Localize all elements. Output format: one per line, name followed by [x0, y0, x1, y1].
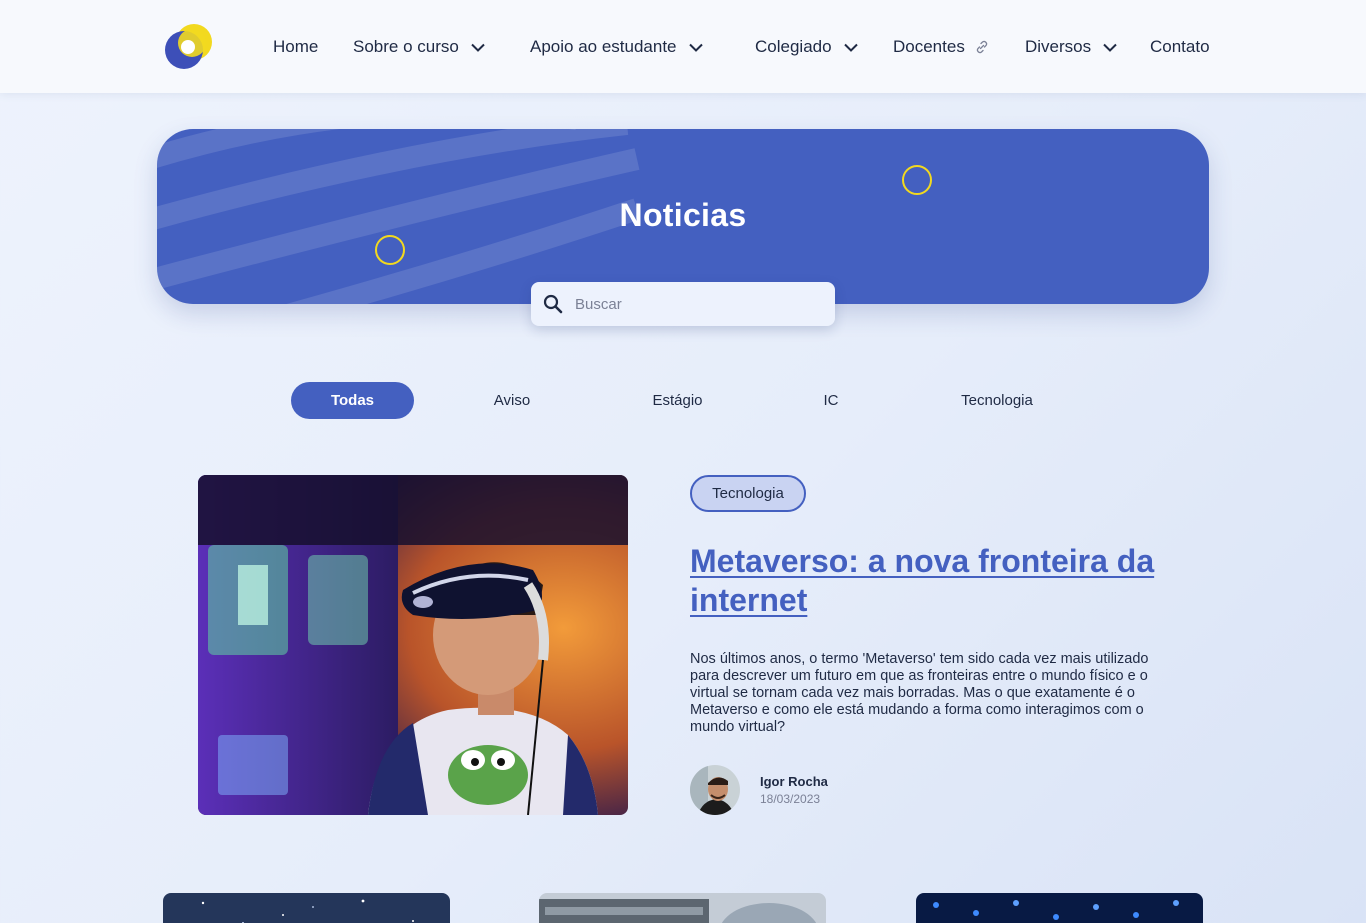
nav-colegiado[interactable]: Colegiado	[755, 36, 858, 58]
chevron-down-icon	[1103, 43, 1117, 52]
news-card-thumb[interactable]	[163, 893, 450, 923]
hero-banner: Noticias	[157, 129, 1209, 304]
nav-colegiado-label: Colegiado	[755, 37, 832, 56]
nav-sobre-o-curso-label: Sobre o curso	[353, 37, 459, 56]
search-icon[interactable]	[543, 294, 563, 314]
filter-tab-estagio[interactable]: Estágio	[633, 382, 722, 419]
nav-diversos[interactable]: Diversos	[1025, 36, 1117, 58]
avatar	[690, 765, 740, 815]
chevron-down-icon	[843, 43, 858, 52]
chevron-down-icon	[471, 43, 485, 52]
search-input[interactable]	[575, 295, 825, 313]
nav-home[interactable]: Home	[273, 36, 318, 58]
news-card-thumb[interactable]	[539, 893, 826, 923]
search-box[interactable]	[531, 282, 835, 326]
vr-headset-photo	[198, 475, 628, 815]
nav-docentes[interactable]: Docentes	[893, 36, 989, 58]
nav-diversos-label: Diversos	[1025, 37, 1092, 56]
nav-sobre-o-curso[interactable]: Sobre o curso	[353, 36, 485, 58]
nav-apoio-label: Apoio ao estudante	[530, 37, 677, 56]
nav-apoio-ao-estudante[interactable]: Apoio ao estudante	[530, 36, 703, 58]
nav-home-label: Home	[273, 37, 319, 56]
chevron-down-icon	[688, 43, 703, 52]
featured-image[interactable]	[198, 475, 628, 815]
nav-contato-label: Contato	[1150, 37, 1210, 56]
filter-tab-todas[interactable]: Todas	[291, 382, 414, 419]
category-badge-label: Tecnologia	[712, 485, 784, 502]
category-badge[interactable]: Tecnologia	[690, 475, 806, 512]
post-date: 18/03/2023	[760, 792, 821, 806]
article-title-link[interactable]: Metaverso: a nova fronteira da internet	[690, 542, 1170, 620]
filter-tab-aviso[interactable]: Aviso	[472, 382, 552, 419]
link-icon	[976, 40, 987, 54]
news-card-thumb[interactable]	[916, 893, 1203, 923]
nav-contato[interactable]: Contato	[1150, 36, 1210, 58]
filter-tab-ic[interactable]: IC	[806, 382, 856, 419]
logo-icon[interactable]	[162, 20, 216, 72]
navbar: Home Sobre o curso Apoio ao estudante Co…	[0, 0, 1366, 93]
nav-docentes-label: Docentes	[893, 37, 965, 56]
page-title: Noticias	[619, 197, 747, 233]
author-name: Igor Rocha	[760, 774, 828, 789]
filter-tab-tecnologia[interactable]: Tecnologia	[942, 382, 1052, 419]
article-excerpt: Nos últimos anos, o termo 'Metaverso' te…	[690, 651, 1149, 735]
